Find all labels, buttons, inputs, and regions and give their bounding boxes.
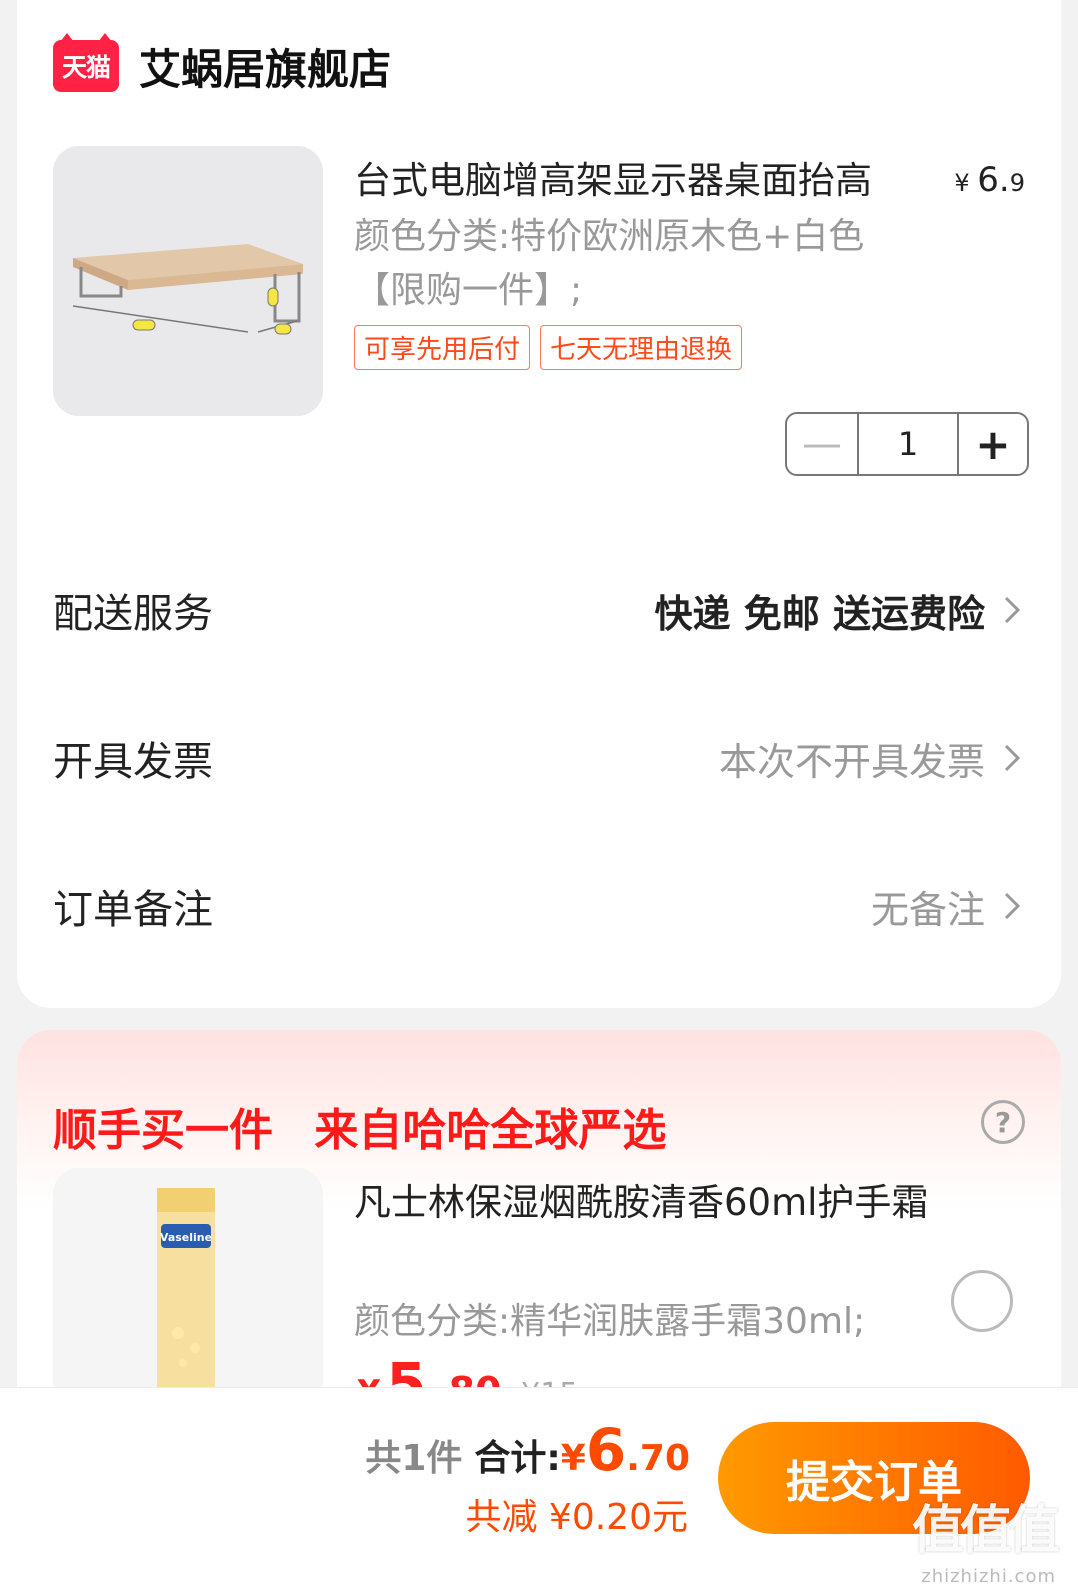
remark-label: 订单备注 (53, 887, 213, 933)
price-currency: ¥ (954, 169, 970, 197)
invoice-row[interactable]: 开具发票 本次不开具发票 (53, 728, 1027, 788)
store-header[interactable]: 天猫 艾蜗居旗舰店 (53, 33, 391, 97)
quantity-input[interactable]: 1 (859, 414, 959, 474)
product-price: ¥ 6.9 (954, 160, 1025, 200)
addon-title-source: 来自哈哈全球严选 (314, 1105, 667, 1156)
addon-select-radio[interactable] (951, 1270, 1013, 1332)
quantity-stepper: — 1 + (785, 412, 1029, 476)
invoice-value: 本次不开具发票 (718, 739, 985, 784)
monitor-riser-image (53, 146, 323, 416)
item-count: 共1件 (365, 1438, 463, 1479)
checkout-page: 天猫 艾蜗居旗舰店 台式电脑增高架显示器桌面抬高 ¥ 6.9 颜色分类:特价欧洲… (0, 0, 1078, 1591)
delivery-row[interactable]: 配送服务 快递 免邮 送运费险 (53, 580, 1027, 640)
product-sku[interactable]: 颜色分类:特价欧洲原木色+白色【限购一件】; (354, 210, 874, 318)
remark-value-group: 无备注 (871, 879, 1027, 934)
total-label: 合计: (474, 1438, 561, 1479)
tmall-logo: 天猫 (53, 33, 119, 92)
checkout-bar: 共1件 合计: ¥6.70 共减 ¥0.20元 提交订单 值值值 zhizhiz… (0, 1387, 1078, 1591)
svg-text:Vaseline: Vaseline (160, 1231, 212, 1244)
invoice-label: 开具发票 (53, 739, 213, 785)
decrease-button[interactable]: — (787, 414, 859, 474)
invoice-value-group: 本次不开具发票 (719, 731, 1027, 786)
watermark-url: zhizhizhi.com (921, 1566, 1056, 1587)
remark-row[interactable]: 订单备注 无备注 (53, 876, 1027, 936)
store-name[interactable]: 艾蜗居旗舰店 (139, 36, 391, 97)
tag-seven-day-return: 七天无理由退换 (540, 325, 743, 370)
chevron-right-icon (997, 595, 1027, 625)
total-summary: 共1件 合计: ¥6.70 (365, 1416, 690, 1484)
total-price-integer: 6 (585, 1416, 627, 1484)
total-price-currency: ¥ (560, 1438, 586, 1479)
total-price: ¥6.70 (561, 1416, 690, 1484)
addon-product-sku[interactable]: 颜色分类:精华润肤露手霜30ml; (354, 1292, 865, 1344)
total-price-decimal: .70 (626, 1438, 690, 1479)
addon-title: 顺手买一件 来自哈哈全球严选 (53, 1094, 666, 1158)
addon-product-name[interactable]: 凡士林保湿烟酰胺清香60ml护手霜 (354, 1176, 934, 1230)
product-title[interactable]: 台式电脑增高架显示器桌面抬高 (354, 150, 872, 204)
service-tags: 可享先用后付 七天无理由退换 (354, 325, 743, 370)
delivery-label: 配送服务 (53, 591, 213, 637)
increase-button[interactable]: + (959, 414, 1027, 474)
store-card: 天猫 艾蜗居旗舰店 台式电脑增高架显示器桌面抬高 ¥ 6.9 颜色分类:特价欧洲… (17, 0, 1061, 1008)
price-integer: 6. (977, 160, 1010, 200)
product-image[interactable] (53, 146, 323, 416)
addon-card: 顺手买一件 来自哈哈全球严选 ? Vaseline 凡士林保湿烟酰胺清香60ml… (17, 1030, 1061, 1430)
addon-title-main: 顺手买一件 (53, 1105, 273, 1156)
discount-text: 共减 ¥0.20元 (465, 1497, 688, 1538)
watermark-logo: 值值值 (911, 1501, 1060, 1561)
chevron-right-icon (997, 891, 1027, 921)
delivery-value-group: 快递 免邮 送运费险 (655, 583, 1027, 638)
tag-pay-later: 可享先用后付 (354, 325, 531, 370)
chevron-right-icon (997, 743, 1027, 773)
delivery-value: 快递 免邮 送运费险 (654, 591, 985, 636)
help-icon[interactable]: ? (981, 1100, 1025, 1144)
remark-value: 无备注 (870, 887, 985, 932)
price-decimal: 9 (1009, 169, 1025, 197)
